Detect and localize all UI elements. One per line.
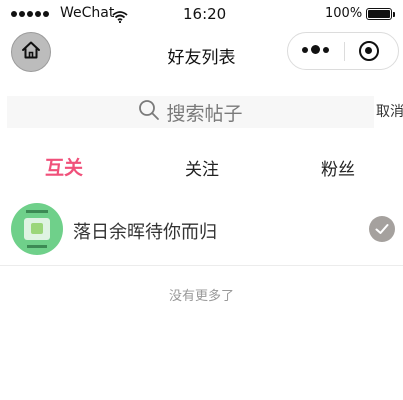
tab-following[interactable]: 关注 (185, 155, 219, 180)
cancel-button[interactable]: 取消 (376, 101, 403, 121)
close-icon[interactable] (359, 41, 379, 61)
tab-mutual[interactable]: 互关 (45, 153, 83, 180)
capsule-divider (344, 42, 345, 61)
status-time: 16:20 (183, 5, 227, 23)
tab-bar: 互关 关注 粉丝 (0, 151, 403, 181)
search-input[interactable]: 搜索帖子 (7, 96, 374, 128)
battery-percent: 100% (325, 6, 363, 21)
search-placeholder: 搜索帖子 (166, 102, 243, 125)
wifi-icon (112, 8, 128, 27)
nav-bar: 好友列表 (0, 30, 403, 76)
list-item[interactable]: 落日余晖待你而归 (0, 200, 403, 258)
search-icon (138, 99, 160, 125)
signal-dots-icon (11, 11, 49, 17)
status-bar: WeChat 16:20 100% (0, 0, 403, 30)
user-name[interactable]: 落日余晖待你而归 (73, 218, 217, 244)
no-more-text: 没有更多了 (168, 289, 234, 304)
more-icon[interactable] (302, 45, 329, 54)
row-divider (0, 265, 403, 266)
carrier-label: WeChat (60, 5, 115, 21)
tab-followers[interactable]: 粉丝 (321, 155, 355, 180)
avatar[interactable] (11, 203, 63, 255)
battery-icon (366, 8, 395, 20)
capsule-menu (287, 32, 399, 70)
check-icon[interactable] (369, 216, 395, 242)
